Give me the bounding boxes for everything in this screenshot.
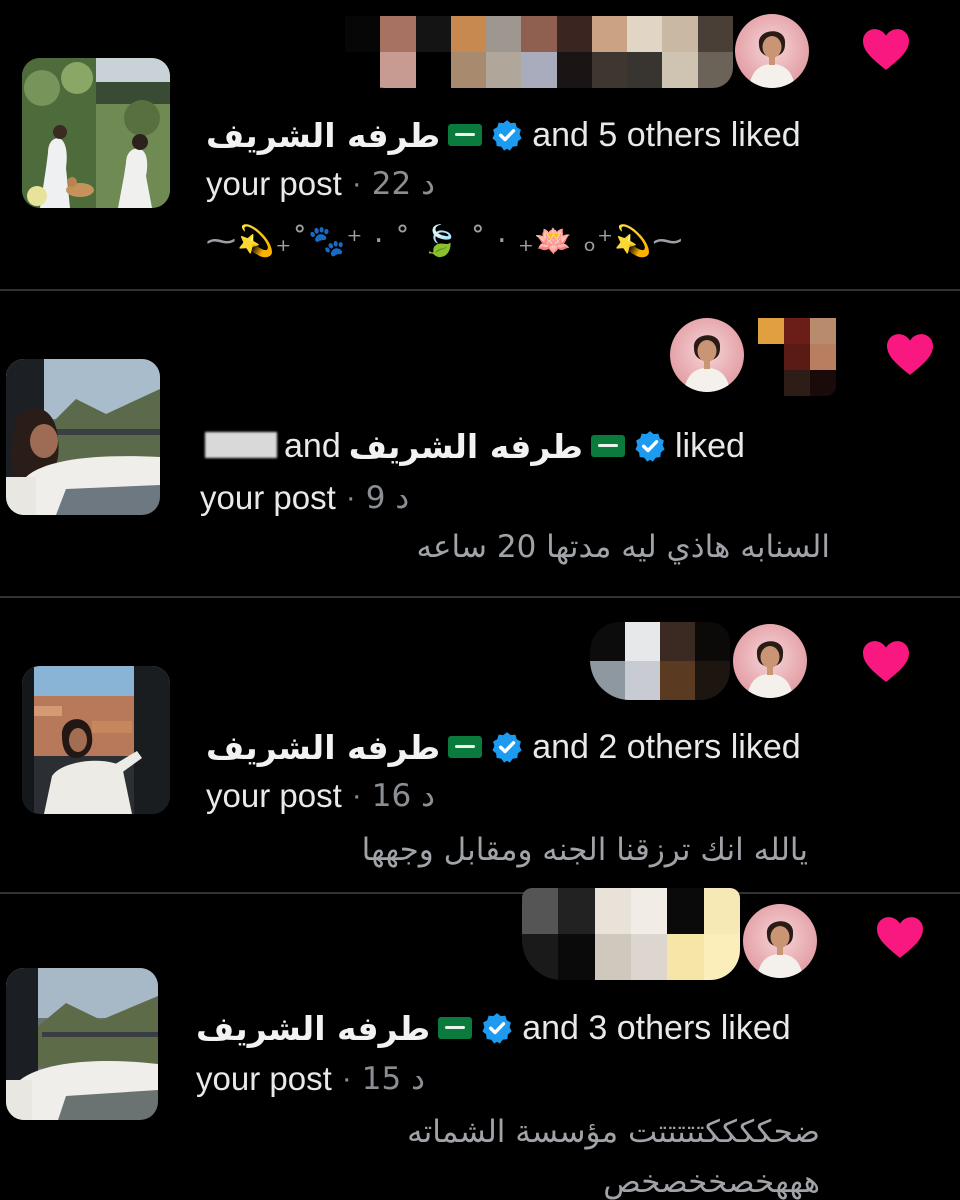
verified-badge-icon <box>490 730 524 764</box>
post-snippet: السنابه هاذي ليه مدتها 20 ساعه <box>416 529 830 565</box>
heart-icon <box>874 914 926 960</box>
blurred-avatars <box>522 888 740 980</box>
and-text: and <box>284 426 341 465</box>
user-name[interactable]: طرفه الشريف <box>349 427 583 466</box>
like-action-text: and 2 others liked <box>532 727 801 766</box>
blurred-avatars <box>345 16 733 88</box>
like-action-text: and 3 others liked <box>522 1008 791 1047</box>
heart-icon <box>860 638 912 684</box>
separator: · <box>341 1062 352 1095</box>
post-reference[interactable]: your post <box>200 479 336 517</box>
notification-item[interactable]: طرفه الشريف and 5 others liked your post… <box>0 0 960 290</box>
post-snippet: يالله انك ترزقنا الجنه ومقابل وجهها <box>361 832 808 868</box>
blurred-avatars <box>758 318 836 396</box>
avatar[interactable] <box>743 904 817 978</box>
avatar[interactable] <box>733 624 807 698</box>
post-reference[interactable]: your post <box>206 165 342 203</box>
post-thumbnail[interactable] <box>6 359 160 515</box>
like-action-text: liked <box>674 426 745 465</box>
post-reference[interactable]: your post <box>196 1060 332 1098</box>
notification-headline: طرفه الشريف and 2 others liked <box>206 724 801 770</box>
separator: · <box>345 481 356 514</box>
notification-subline: your post · 16 د <box>206 774 435 818</box>
saudi-flag-icon <box>590 435 625 457</box>
notification-headline: طرفه الشريف and 5 others liked <box>206 112 801 158</box>
post-snippet: ⁓💫₊˚🐾⁺ ‧ ˚ 🍃 ˚ ‧ ₊🪷 ₒ⁺💫⁓ <box>206 224 684 259</box>
verified-badge-icon <box>633 429 667 463</box>
avatar[interactable] <box>735 14 809 88</box>
heart-icon <box>884 331 936 377</box>
saudi-flag-icon <box>448 736 483 758</box>
notification-subline: your post · 22 د <box>206 162 435 206</box>
post-snippet-line2: هههخصخخصخص <box>603 1164 820 1200</box>
notification-item[interactable]: and طرفه الشريف liked your post · 9 د ال… <box>0 291 960 596</box>
post-reference[interactable]: your post <box>206 777 342 815</box>
post-thumbnail[interactable] <box>22 58 170 208</box>
notification-subline: your post · 9 د <box>200 476 409 520</box>
heart-icon <box>860 26 912 72</box>
post-thumbnail[interactable] <box>22 666 170 814</box>
notification-headline: طرفه الشريف and 3 others liked <box>196 1005 791 1051</box>
like-action-text: and 5 others liked <box>532 115 801 154</box>
saudi-flag-icon <box>448 124 483 146</box>
blurred-avatars <box>590 622 730 700</box>
timestamp: 22 د <box>371 166 435 202</box>
timestamp: 16 د <box>371 778 435 814</box>
post-snippet: ضحككككتتتتتت مؤسسة الشماته <box>407 1114 820 1150</box>
verified-badge-icon <box>480 1011 514 1045</box>
user-name[interactable]: طرفه الشريف <box>206 728 440 767</box>
separator: · <box>351 167 362 200</box>
notification-subline: your post · 15 د <box>196 1057 425 1101</box>
separator: · <box>351 779 362 812</box>
notification-item[interactable]: طرفه الشريف and 3 others liked your post… <box>0 888 960 1200</box>
user-name[interactable]: طرفه الشريف <box>196 1009 430 1048</box>
saudi-flag-icon <box>438 1017 473 1039</box>
verified-badge-icon <box>490 118 524 152</box>
notification-item[interactable]: طرفه الشريف and 2 others liked your post… <box>0 598 960 892</box>
notification-headline: and طرفه الشريف liked <box>200 423 745 469</box>
post-thumbnail[interactable] <box>6 968 158 1120</box>
avatar[interactable] <box>670 318 744 392</box>
timestamp: 15 د <box>361 1061 425 1097</box>
user-name[interactable]: طرفه الشريف <box>206 116 440 155</box>
timestamp: 9 د <box>365 480 410 516</box>
